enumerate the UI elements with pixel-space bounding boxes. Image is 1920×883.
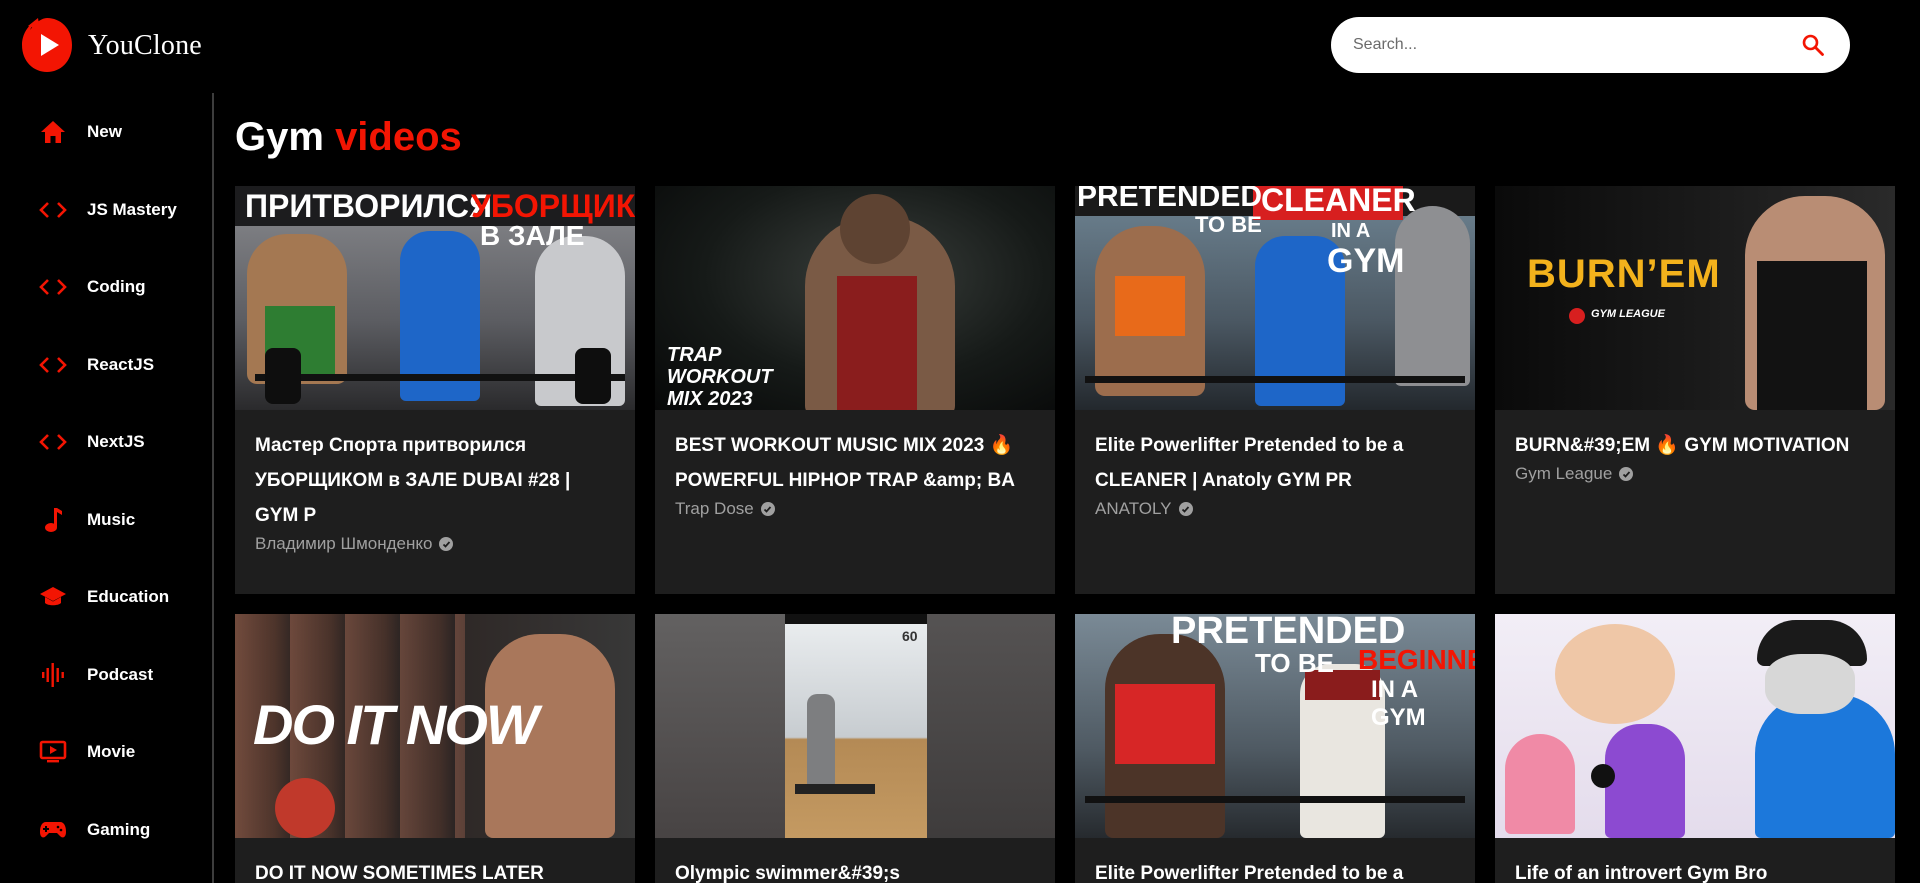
search-input[interactable]: [1353, 36, 1798, 54]
channel-name: ANATOLY: [1095, 499, 1172, 518]
sidebar-item-education[interactable]: Education: [38, 577, 169, 617]
thumbnail-caption: TO BE: [1195, 212, 1262, 237]
video-thumbnail[interactable]: DO IT NOW: [235, 614, 635, 838]
gamepad-icon: [38, 815, 68, 845]
video-card[interactable]: PRETENDED TO BE CLEANER IN A GYM Elite P…: [1075, 186, 1475, 594]
video-card[interactable]: ПРИТВОРИЛСЯ УБОРЩИКОМ В ЗАЛЕ Мастер Спор…: [235, 186, 635, 594]
app-name: YouClone: [88, 30, 202, 61]
video-card[interactable]: 60 Olympic swimmer&#39;s: [655, 614, 1055, 883]
sidebar-item-label: Education: [87, 587, 170, 606]
verified-check-icon: [1178, 502, 1193, 516]
sidebar-item-js-mastery[interactable]: JS Mastery: [38, 190, 177, 230]
gym-league-badge-icon: [1569, 308, 1585, 324]
sidebar-item-new[interactable]: New: [38, 112, 122, 152]
sidebar: New JS Mastery Coding ReactJS NextJS Mus…: [0, 93, 214, 883]
tv-icon: [38, 737, 68, 767]
verified-check-icon: [439, 537, 454, 551]
video-thumbnail[interactable]: ПРИТВОРИЛСЯ УБОРЩИКОМ В ЗАЛЕ: [235, 186, 635, 410]
podcast-icon: [38, 660, 68, 690]
page-title: Gym videos: [235, 115, 462, 160]
search-bar: [1331, 17, 1850, 73]
verified-check-icon: [760, 502, 775, 516]
thumbnail-caption: MIX 2023: [667, 388, 753, 410]
thumbnail-caption: В ЗАЛЕ: [480, 220, 585, 251]
graduation-cap-icon: [38, 582, 68, 612]
channel-name: Gym League: [1515, 464, 1613, 483]
video-title[interactable]: Elite Powerlifter Pretended to be a: [1095, 856, 1455, 883]
page-title-prefix: Gym: [235, 115, 324, 159]
thumbnail-caption: GYM LEAGUE: [1591, 308, 1665, 320]
sidebar-item-music[interactable]: Music: [38, 500, 135, 540]
channel-link[interactable]: Владимир Шмонденко: [255, 534, 615, 554]
sidebar-item-label: NextJS: [87, 432, 145, 451]
home-icon: [38, 117, 68, 147]
sidebar-item-label: JS Mastery: [87, 200, 177, 219]
video-card[interactable]: Life of an introvert Gym Bro: [1495, 614, 1895, 883]
thumbnail-caption: IN A: [1331, 220, 1371, 242]
video-title[interactable]: Olympic swimmer&#39;s: [675, 856, 1035, 883]
video-thumbnail[interactable]: PRETENDED TO BE CLEANER IN A GYM: [1075, 186, 1475, 410]
video-card[interactable]: BURN’EM GYM LEAGUE BURN&#39;EM 🔥 GYM MOT…: [1495, 186, 1895, 594]
thumbnail-caption: IN A GYM: [1371, 676, 1426, 731]
sidebar-item-label: Music: [87, 510, 136, 529]
code-icon: [38, 427, 68, 457]
video-thumbnail[interactable]: TRAP WORKOUT MIX 2023: [655, 186, 1055, 410]
sidebar-item-label: New: [87, 122, 122, 141]
video-title[interactable]: BEST WORKOUT MUSIC MIX 2023 🔥 POWERFUL H…: [675, 428, 1035, 498]
thumbnail-caption: CLEANER: [1261, 186, 1416, 218]
video-card[interactable]: TRAP WORKOUT MIX 2023 BEST WORKOUT MUSIC…: [655, 186, 1055, 594]
sidebar-item-label: Podcast: [87, 665, 154, 684]
sidebar-item-podcast[interactable]: Podcast: [38, 655, 153, 695]
video-thumbnail[interactable]: BURN’EM GYM LEAGUE: [1495, 186, 1895, 410]
thumbnail-caption: TO BE: [1255, 648, 1334, 678]
sidebar-item-gaming[interactable]: Gaming: [38, 810, 150, 850]
code-icon: [38, 350, 68, 380]
video-title[interactable]: Life of an introvert Gym Bro: [1515, 856, 1875, 883]
video-card[interactable]: DO IT NOW DO IT NOW SOMETIMES LATER: [235, 614, 635, 883]
video-title[interactable]: DO IT NOW SOMETIMES LATER: [255, 856, 615, 883]
sidebar-item-nextjs[interactable]: NextJS: [38, 422, 145, 462]
sidebar-item-label: Gaming: [87, 820, 151, 839]
code-icon: [38, 195, 68, 225]
video-title[interactable]: BURN&#39;EM 🔥 GYM MOTIVATION: [1515, 428, 1875, 463]
sidebar-item-reactjs[interactable]: ReactJS: [38, 345, 154, 385]
video-title[interactable]: Elite Powerlifter Pretended to be a CLEA…: [1095, 428, 1455, 498]
sidebar-item-label: ReactJS: [87, 355, 155, 374]
thumbnail-caption: TRAP: [667, 344, 722, 366]
thumbnail-caption: BURN’EM: [1527, 252, 1721, 296]
video-card[interactable]: PRETENDED TO BE BEGINNER IN A GYM Elite …: [1075, 614, 1475, 883]
video-title[interactable]: Мастер Спорта притворился УБОРЩИКОМ в ЗА…: [255, 428, 615, 533]
sidebar-item-label: Coding: [87, 277, 146, 296]
thumbnail-caption: ПРИТВОРИЛСЯ: [245, 188, 492, 224]
thumbnail-caption: WORKOUT: [667, 366, 773, 388]
video-thumbnail[interactable]: PRETENDED TO BE BEGINNER IN A GYM: [1075, 614, 1475, 838]
thumbnail-caption: DO IT NOW: [253, 693, 539, 756]
sidebar-item-movie[interactable]: Movie: [38, 732, 135, 772]
sidebar-item-coding[interactable]: Coding: [38, 267, 146, 307]
channel-name: Владимир Шмонденко: [255, 534, 433, 553]
music-note-icon: [38, 505, 68, 535]
youtube-logo-icon: [20, 16, 74, 74]
verified-check-icon: [1619, 467, 1634, 481]
page-title-accent: videos: [335, 115, 462, 159]
thumbnail-caption: PRETENDED: [1077, 186, 1263, 213]
app-logo[interactable]: YouClone: [20, 16, 202, 74]
search-icon: [1802, 34, 1824, 56]
channel-link[interactable]: Gym League: [1515, 464, 1875, 484]
search-button[interactable]: [1798, 30, 1828, 60]
video-thumbnail[interactable]: 60: [655, 614, 1055, 838]
code-icon: [38, 272, 68, 302]
sidebar-item-label: Movie: [87, 742, 136, 761]
video-thumbnail[interactable]: [1495, 614, 1895, 838]
thumbnail-caption: 60: [902, 628, 918, 644]
channel-name: Trap Dose: [675, 499, 754, 518]
channel-link[interactable]: ANATOLY: [1095, 499, 1455, 519]
thumbnail-caption: GYM: [1327, 242, 1405, 280]
channel-link[interactable]: Trap Dose: [675, 499, 1035, 519]
thumbnail-caption: BEGINNER: [1358, 644, 1475, 675]
